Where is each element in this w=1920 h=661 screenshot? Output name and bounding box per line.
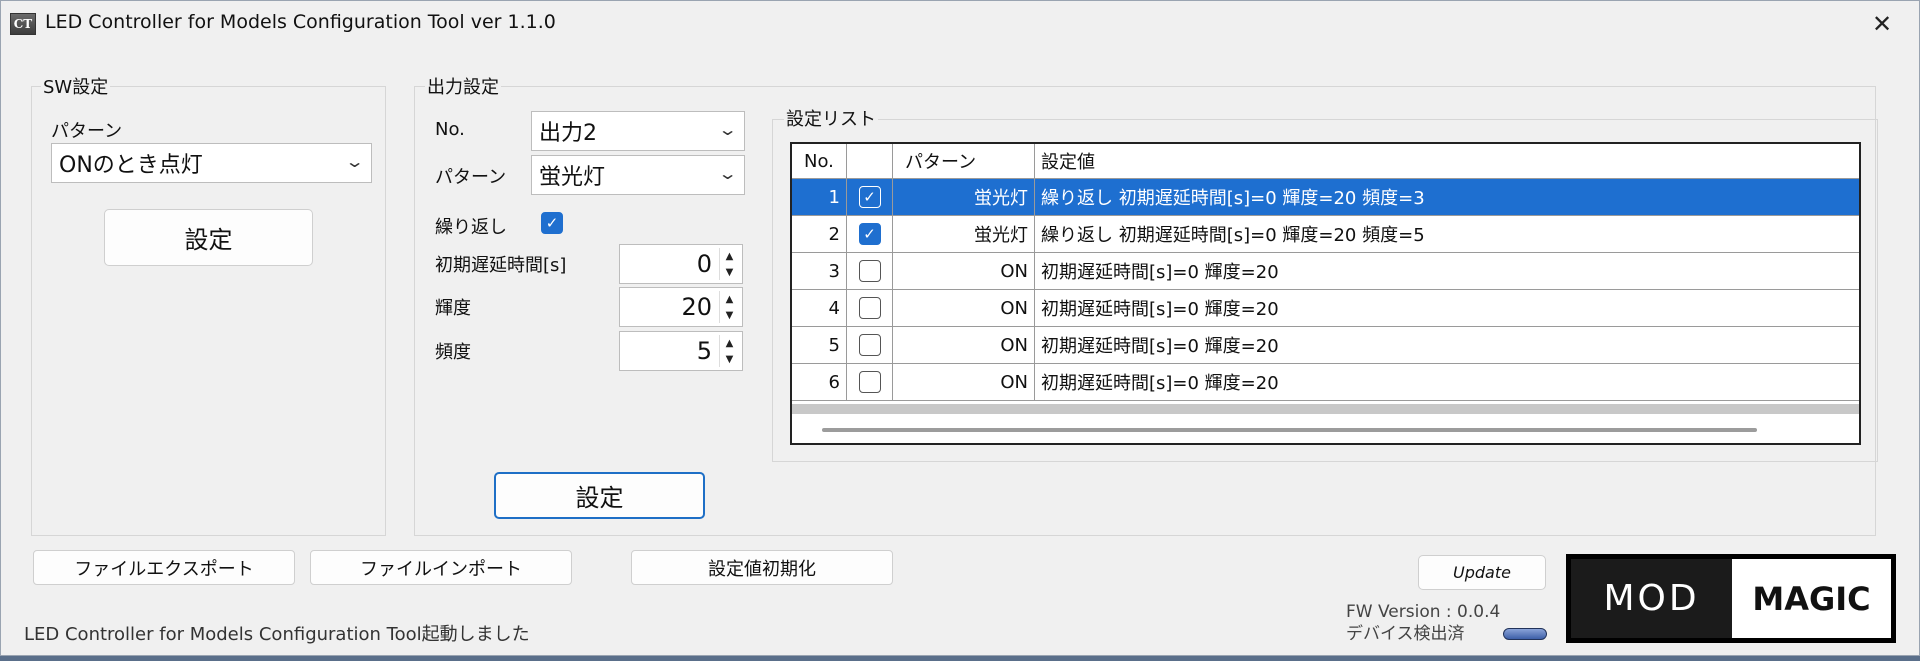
sw-pattern-label: パターン bbox=[51, 121, 123, 142]
sw-set-button[interactable]: 設定 bbox=[104, 209, 313, 266]
output-pattern-select[interactable]: 蛍光灯 ⌄ bbox=[531, 155, 745, 195]
row-number: 2 bbox=[792, 216, 847, 252]
horizontal-scrollbar[interactable] bbox=[792, 404, 1859, 414]
output-no-label: No. bbox=[435, 119, 465, 140]
brightness-label: 輝度 bbox=[435, 298, 471, 319]
row-number: 5 bbox=[792, 327, 847, 363]
checkmark-icon: ✓ bbox=[863, 225, 876, 243]
frequency-spinner[interactable]: 5 ▲ ▼ bbox=[619, 331, 743, 371]
spin-arrows-icon[interactable]: ▲ ▼ bbox=[719, 248, 739, 280]
row-pattern: ON bbox=[893, 290, 1035, 326]
output-no-value: 出力2 bbox=[539, 121, 597, 146]
fw-version: FW Version : 0.0.4 bbox=[1346, 602, 1501, 622]
table-row[interactable]: 4 ON 初期遅延時間[s]=0 輝度=20 bbox=[792, 290, 1859, 327]
row-check-cell bbox=[847, 253, 893, 289]
row-value: 初期遅延時間[s]=0 輝度=20 bbox=[1041, 336, 1279, 357]
row-checkbox[interactable] bbox=[858, 260, 881, 282]
fw-info: FW Version : 0.0.4 デバイス検出済 bbox=[1346, 601, 1500, 645]
file-export-button[interactable]: ファイルエクスポート bbox=[33, 550, 295, 585]
repeat-label: 繰り返し bbox=[435, 217, 507, 238]
file-import-button[interactable]: ファイルインポート bbox=[310, 550, 572, 585]
row-checkbox[interactable] bbox=[858, 371, 881, 393]
table-row[interactable]: 3 ON 初期遅延時間[s]=0 輝度=20 bbox=[792, 253, 1859, 290]
title-bar[interactable]: CT LED Controller for Models Configurati… bbox=[1, 1, 1919, 47]
chevron-down-icon: ⌄ bbox=[717, 120, 738, 139]
delay-spinner[interactable]: 0 ▲ ▼ bbox=[619, 244, 743, 284]
window-title: LED Controller for Models Configuration … bbox=[45, 11, 556, 33]
row-pattern: ON bbox=[893, 364, 1035, 400]
row-number: 6 bbox=[792, 364, 847, 400]
row-pattern: 蛍光灯 bbox=[893, 179, 1035, 215]
device-led-icon bbox=[1503, 628, 1547, 640]
row-pattern: ON bbox=[893, 327, 1035, 363]
sw-settings-group-label: SW設定 bbox=[41, 73, 111, 99]
delay-label: 初期遅延時間[s] bbox=[435, 255, 567, 276]
frequency-value: 5 bbox=[696, 337, 712, 365]
row-checkbox[interactable]: ✓ bbox=[858, 223, 881, 245]
chevron-down-icon: ⌄ bbox=[344, 152, 365, 171]
row-checkbox[interactable] bbox=[858, 334, 881, 356]
device-status: デバイス検出済 bbox=[1346, 624, 1465, 644]
output-pattern-label: パターン bbox=[435, 167, 507, 188]
checkmark-icon: ✓ bbox=[545, 214, 559, 232]
output-pattern-value: 蛍光灯 bbox=[539, 165, 606, 190]
frequency-label: 頻度 bbox=[435, 342, 471, 363]
column-header-value[interactable]: 設定値 bbox=[1035, 144, 1859, 178]
row-check-cell bbox=[847, 290, 893, 326]
row-value: 初期遅延時間[s]=0 輝度=20 bbox=[1041, 262, 1279, 283]
column-header-pattern[interactable]: パターン bbox=[893, 144, 1035, 178]
row-pattern: ON bbox=[893, 253, 1035, 289]
table-row[interactable]: 5 ON 初期遅延時間[s]=0 輝度=20 bbox=[792, 327, 1859, 364]
output-settings-group-label: 出力設定 bbox=[425, 73, 501, 99]
checkmark-icon: ✓ bbox=[863, 188, 876, 206]
row-number: 3 bbox=[792, 253, 847, 289]
row-checkbox[interactable]: ✓ bbox=[858, 186, 881, 208]
column-header-no[interactable]: No. bbox=[792, 144, 847, 178]
delay-value: 0 bbox=[696, 250, 712, 278]
row-pattern: 蛍光灯 bbox=[893, 216, 1035, 252]
main-window: CT LED Controller for Models Configurati… bbox=[0, 0, 1920, 656]
brightness-value: 20 bbox=[681, 293, 712, 321]
table-row[interactable]: 2 ✓ 蛍光灯 繰り返し 初期遅延時間[s]=0 輝度=20 頻度=5 bbox=[792, 216, 1859, 253]
row-number: 4 bbox=[792, 290, 847, 326]
row-check-cell bbox=[847, 327, 893, 363]
output-set-button[interactable]: 設定 bbox=[494, 472, 705, 519]
row-value: 初期遅延時間[s]=0 輝度=20 bbox=[1041, 373, 1279, 394]
row-checkbox[interactable] bbox=[858, 297, 881, 319]
chevron-down-icon: ⌄ bbox=[717, 164, 738, 183]
table-row[interactable]: 1 ✓ 蛍光灯 繰り返し 初期遅延時間[s]=0 輝度=20 頻度=3 bbox=[792, 179, 1859, 216]
row-value: 初期遅延時間[s]=0 輝度=20 bbox=[1041, 299, 1279, 320]
row-check-cell: ✓ bbox=[847, 216, 893, 252]
mod-magic-logo: MOD MAGIC bbox=[1566, 554, 1896, 643]
row-value: 繰り返し 初期遅延時間[s]=0 輝度=20 頻度=3 bbox=[1041, 188, 1425, 209]
table-row[interactable]: 6 ON 初期遅延時間[s]=0 輝度=20 bbox=[792, 364, 1859, 401]
update-button[interactable]: Update bbox=[1418, 555, 1546, 590]
spin-arrows-icon[interactable]: ▲ ▼ bbox=[719, 335, 739, 367]
spin-arrows-icon[interactable]: ▲ ▼ bbox=[719, 291, 739, 323]
logo-mod-text: MOD bbox=[1571, 559, 1732, 638]
sw-pattern-value: ONのとき点灯 bbox=[59, 153, 203, 178]
row-check-cell bbox=[847, 364, 893, 400]
reset-settings-button[interactable]: 設定値初期化 bbox=[631, 550, 893, 585]
horizontal-scrollbar-thumb[interactable] bbox=[822, 428, 1757, 432]
row-number: 1 bbox=[792, 179, 847, 215]
output-no-select[interactable]: 出力2 ⌄ bbox=[531, 111, 745, 151]
status-message: LED Controller for Models Configuration … bbox=[24, 624, 530, 645]
brightness-spinner[interactable]: 20 ▲ ▼ bbox=[619, 287, 743, 327]
row-check-cell: ✓ bbox=[847, 179, 893, 215]
settings-list-group-label: 設定リスト bbox=[784, 105, 878, 131]
row-value: 繰り返し 初期遅延時間[s]=0 輝度=20 頻度=5 bbox=[1041, 225, 1425, 246]
settings-list-table[interactable]: No. パターン 設定値 1 ✓ 蛍光灯 繰り返し 初期遅延時間[s]=0 輝度=20… bbox=[790, 142, 1861, 445]
column-header-check[interactable] bbox=[847, 144, 893, 178]
app-icon: CT bbox=[10, 13, 36, 35]
logo-magic-text: MAGIC bbox=[1732, 559, 1891, 638]
repeat-checkbox[interactable]: ✓ bbox=[541, 212, 563, 234]
table-header: No. パターン 設定値 bbox=[792, 144, 1859, 179]
sw-pattern-select[interactable]: ONのとき点灯 ⌄ bbox=[51, 143, 372, 183]
close-button[interactable]: ✕ bbox=[1867, 9, 1897, 39]
